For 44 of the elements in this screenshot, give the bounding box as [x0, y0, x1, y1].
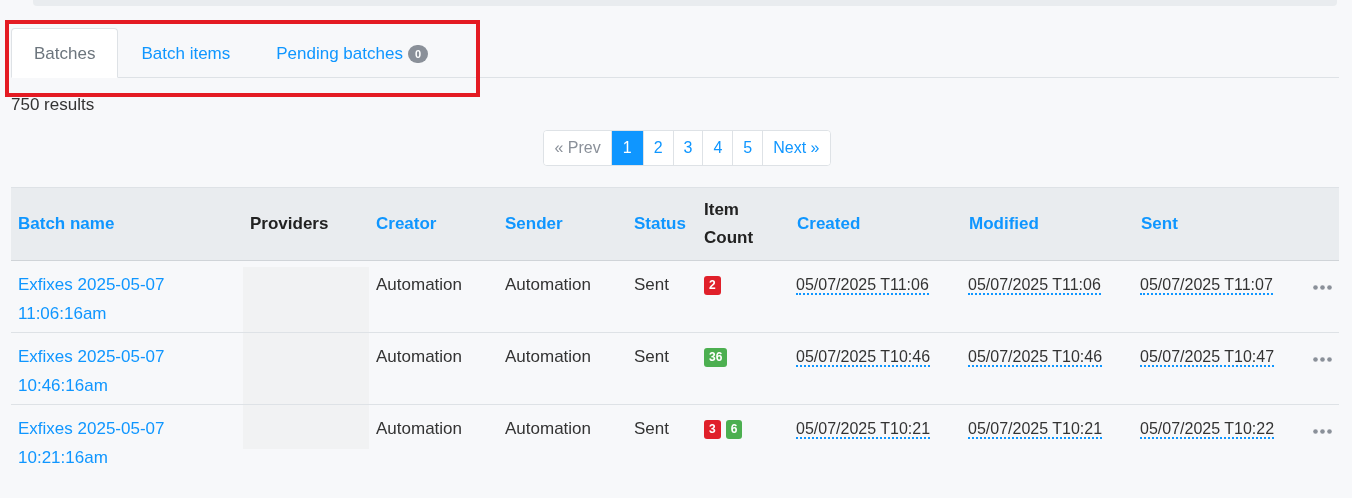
- date-text: 05/07/2025 T10:46: [796, 348, 931, 367]
- results-count: 750 results: [11, 95, 96, 115]
- tab[interactable]: Pending batches 0: [253, 28, 452, 78]
- table-cell: Automation: [376, 419, 462, 438]
- more-icon[interactable]: [1313, 357, 1332, 362]
- table-cell: Automation: [505, 347, 591, 366]
- page-link[interactable]: 1: [610, 131, 643, 165]
- count-badge: 36: [704, 348, 728, 367]
- table-cell: Sent: [634, 347, 669, 366]
- table-cell: Automation: [505, 275, 591, 294]
- date-text: 05/07/2025 T10:22: [1140, 420, 1275, 439]
- more-icon[interactable]: [1313, 429, 1332, 434]
- column-header[interactable]: Modified: [969, 210, 1039, 238]
- column-header[interactable]: Created: [797, 210, 861, 238]
- date-text: 05/07/2025 T10:21: [796, 420, 931, 439]
- date-text: 05/07/2025 T11:06: [796, 276, 929, 295]
- column-header[interactable]: Batch name: [18, 210, 115, 238]
- table-cell: Sent: [634, 275, 669, 294]
- batch-link[interactable]: Exfixes 2025-05-07 10:46:16am: [18, 342, 236, 400]
- date-text: 05/07/2025 T10:47: [1140, 348, 1275, 367]
- count-badge: 3: [704, 420, 721, 439]
- date-text: 05/07/2025 T10:21: [968, 420, 1103, 439]
- page-link[interactable]: Next »: [762, 131, 830, 165]
- batch-link[interactable]: Exfixes 2025-05-07 11:06:16am: [18, 270, 236, 328]
- count-badge: 6: [725, 420, 743, 439]
- batch-link[interactable]: Exfixes 2025-05-07 10:21:16am: [18, 414, 236, 472]
- column-header[interactable]: Creator: [376, 210, 437, 238]
- column-header[interactable]: Sent: [1141, 210, 1178, 238]
- column-header[interactable]: Sender: [505, 210, 563, 238]
- table-cell: Automation: [376, 275, 462, 294]
- count-badge: 2: [704, 276, 721, 295]
- table-cell: Automation: [376, 347, 462, 366]
- table-cell: Sent: [634, 419, 669, 438]
- tab[interactable]: Batch items: [118, 28, 254, 78]
- date-text: 05/07/2025 T10:46: [968, 348, 1103, 367]
- date-text: 05/07/2025 T11:06: [968, 276, 1101, 295]
- count-badge: 0: [407, 45, 429, 63]
- column-header: Providers: [250, 213, 329, 235]
- column-header: Item Count: [704, 199, 755, 249]
- column-header[interactable]: Status: [634, 210, 686, 238]
- tab[interactable]: Batches: [11, 28, 119, 78]
- date-text: 05/07/2025 T11:07: [1140, 276, 1273, 295]
- table-cell: Automation: [505, 419, 591, 438]
- more-icon[interactable]: [1313, 285, 1332, 290]
